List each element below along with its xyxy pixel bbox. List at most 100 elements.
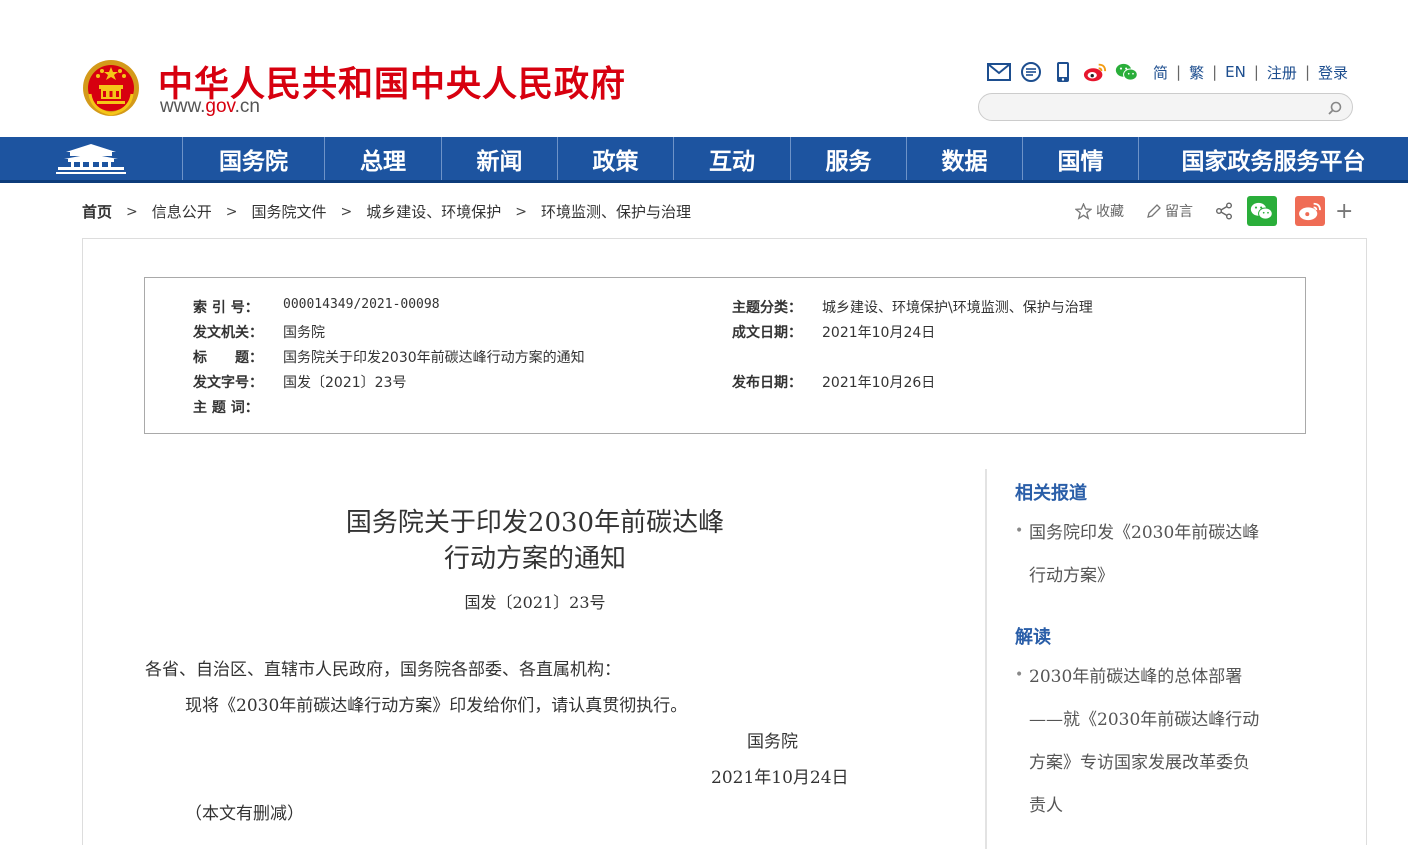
breadcrumb-urban-rural[interactable]: 城乡建设、环境保护 — [366, 201, 501, 222]
domain-prefix: www. — [160, 96, 206, 117]
message-icon[interactable] — [1019, 61, 1043, 83]
nav-item-policy[interactable]: 政策 — [557, 137, 673, 180]
domain-suffix: .cn — [234, 96, 260, 117]
meta-published-row: 发布日期： 2021年10月26日 — [732, 372, 935, 392]
meta-published-value: 2021年10月26日 — [822, 375, 936, 391]
search-box — [978, 93, 1353, 121]
tiananmen-logo-icon[interactable] — [0, 137, 182, 180]
meta-title-label: 标 题： — [193, 350, 263, 366]
meta-category-row: 主题分类： 城乡建设、环境保护\环境监测、保护与治理 — [732, 297, 1093, 317]
meta-index-row: 索 引 号： 000014349/2021-00098 — [193, 297, 440, 317]
nav-item-interaction[interactable]: 互动 — [673, 137, 790, 180]
meta-written-value: 2021年10月24日 — [822, 325, 936, 341]
share-wechat-button[interactable] — [1247, 196, 1277, 226]
comment-label: 留言 — [1165, 204, 1193, 220]
document-body-text: 现将《2030年前碳达峰行动方案》印发给你们，请认真贯彻执行。 — [185, 696, 688, 716]
content-card: 索 引 号： 000014349/2021-00098 主题分类： 城乡建设、环… — [82, 238, 1367, 849]
link-register[interactable]: 注册 — [1267, 62, 1297, 83]
meta-issuer-value: 国务院 — [283, 325, 325, 341]
link-traditional[interactable]: 繁 — [1189, 62, 1204, 83]
document-addressee: 各省、自治区、直辖市人民政府，国务院各部委、各直属机构： — [145, 660, 621, 680]
chevron-right-icon: > — [126, 203, 138, 220]
favorite-button[interactable]: 收藏 — [1075, 201, 1124, 221]
pencil-icon — [1147, 203, 1161, 218]
interpretation-line1: 2030年前碳达峰的总体部署 — [1029, 667, 1243, 687]
chevron-right-icon: > — [515, 203, 527, 220]
mail-icon[interactable] — [987, 61, 1011, 83]
breadcrumb-state-council-docs[interactable]: 国务院文件 — [252, 201, 327, 222]
main-nav: 国务院 总理 新闻 政策 互动 服务 数据 国情 国家政务服务平台 — [0, 137, 1408, 183]
document-title-line1: 国务院关于印发2030年前碳达峰 — [345, 508, 725, 538]
meta-category-value: 城乡建设、环境保护\环境监测、保护与治理 — [822, 300, 1093, 316]
related-reports-heading: 相关报道 — [1015, 483, 1087, 504]
national-emblem-icon[interactable] — [82, 58, 140, 118]
interpretation-link[interactable]: 2030年前碳达峰的总体部署 ——就《2030年前碳达峰行动方案》专访国家发展改革… — [1015, 654, 1315, 828]
meta-docno-value: 国发〔2021〕23号 — [283, 375, 407, 391]
meta-docno-row: 发文字号： 国发〔2021〕23号 — [193, 372, 406, 392]
chevron-right-icon: > — [225, 203, 238, 220]
language-links: 简 | 繁 | EN | 注册 | 登录 — [1153, 62, 1348, 83]
chevron-right-icon: > — [340, 203, 353, 220]
nav-item-news[interactable]: 新闻 — [441, 137, 557, 180]
document-signer: 国务院 — [747, 732, 798, 752]
breadcrumb-info-disclosure[interactable]: 信息公开 — [152, 201, 212, 222]
wechat-icon[interactable] — [1115, 61, 1139, 83]
breadcrumb: 首页 > 信息公开 > 国务院文件 > 城乡建设、环境保护 > 环境监测、保护与… — [82, 201, 691, 222]
nav-item-services[interactable]: 服务 — [790, 137, 906, 180]
mobile-icon[interactable] — [1051, 61, 1075, 83]
interpretation-line4: 责人 — [1029, 796, 1063, 816]
related-report-line2: 行动方案》 — [1029, 566, 1114, 586]
breadcrumb-bar: 首页 > 信息公开 > 国务院文件 > 城乡建设、环境保护 > 环境监测、保护与… — [0, 196, 1408, 226]
related-reports-list: 国务院印发《2030年前碳达峰行动方案》 — [1015, 510, 1315, 598]
search-input[interactable] — [991, 96, 1311, 118]
meta-category-label: 主题分类： — [732, 300, 802, 316]
site-domain[interactable]: www.gov.cn — [160, 96, 260, 118]
document-date: 2021年10月24日 — [711, 768, 849, 788]
document-metadata-table: 索 引 号： 000014349/2021-00098 主题分类： 城乡建设、环… — [144, 277, 1306, 434]
interpretation-line2: ——就《2030年前碳达峰行动 — [1029, 710, 1260, 730]
search-button[interactable] — [1324, 97, 1346, 119]
meta-docno-label: 发文字号： — [193, 375, 263, 391]
page-actions: 收藏 留言 + — [1075, 196, 1353, 226]
link-english[interactable]: EN — [1225, 63, 1246, 81]
share-button[interactable] — [1215, 202, 1233, 220]
separator: | — [1304, 63, 1310, 81]
nav-item-state-council[interactable]: 国务院 — [182, 137, 324, 180]
nav-item-data[interactable]: 数据 — [906, 137, 1022, 180]
weibo-icon — [1299, 202, 1321, 221]
link-login[interactable]: 登录 — [1318, 62, 1348, 83]
nav-item-national-info[interactable]: 国情 — [1022, 137, 1138, 180]
share-weibo-button[interactable] — [1295, 196, 1325, 226]
document-number: 国发〔2021〕23号 — [464, 593, 606, 612]
separator: | — [1253, 63, 1259, 81]
meta-title-value: 国务院关于印发2030年前碳达峰行动方案的通知 — [283, 350, 585, 366]
site-header: 中华人民共和国中央人民政府 www.gov.cn 简 | 繁 | EN | 注册 | 登… — [0, 0, 1408, 137]
comment-button[interactable]: 留言 — [1146, 201, 1193, 221]
separator: | — [1176, 63, 1182, 81]
breadcrumb-home[interactable]: 首页 — [82, 201, 112, 222]
related-report-link[interactable]: 国务院印发《2030年前碳达峰行动方案》 — [1015, 510, 1315, 598]
search-icon — [1328, 101, 1342, 115]
meta-index-label: 索 引 号： — [193, 300, 259, 316]
document-title: 国务院关于印发2030年前碳达峰 行动方案的通知 — [315, 505, 755, 577]
separator: | — [1212, 63, 1218, 81]
favorite-label: 收藏 — [1096, 204, 1124, 220]
nav-item-premier[interactable]: 总理 — [324, 137, 441, 180]
link-simplified[interactable]: 简 — [1153, 62, 1168, 83]
nav-item-gov-service-platform[interactable]: 国家政务服务平台 — [1138, 137, 1408, 180]
meta-written-row: 成文日期： 2021年10月24日 — [732, 322, 935, 342]
domain-mid: gov — [205, 96, 235, 117]
related-report-line1: 国务院印发《2030年前碳达峰 — [1029, 523, 1260, 543]
wechat-icon — [1250, 202, 1273, 220]
share-icon — [1216, 202, 1232, 220]
weibo-icon[interactable] — [1083, 61, 1107, 83]
document-note: （本文有删减） — [185, 804, 304, 824]
interpretation-heading: 解读 — [1015, 627, 1051, 648]
interpretation-list: 2030年前碳达峰的总体部署 ——就《2030年前碳达峰行动方案》专访国家发展改革… — [1015, 654, 1315, 828]
meta-written-label: 成文日期： — [732, 325, 802, 341]
meta-keywords-label: 主 题 词： — [193, 400, 259, 416]
sidebar: 相关报道 国务院印发《2030年前碳达峰行动方案》 解读 2030年前碳达峰的总… — [985, 469, 1368, 849]
more-share-button[interactable]: + — [1335, 199, 1353, 224]
breadcrumb-environment[interactable]: 环境监测、保护与治理 — [541, 201, 691, 222]
meta-published-label: 发布日期： — [732, 375, 802, 391]
